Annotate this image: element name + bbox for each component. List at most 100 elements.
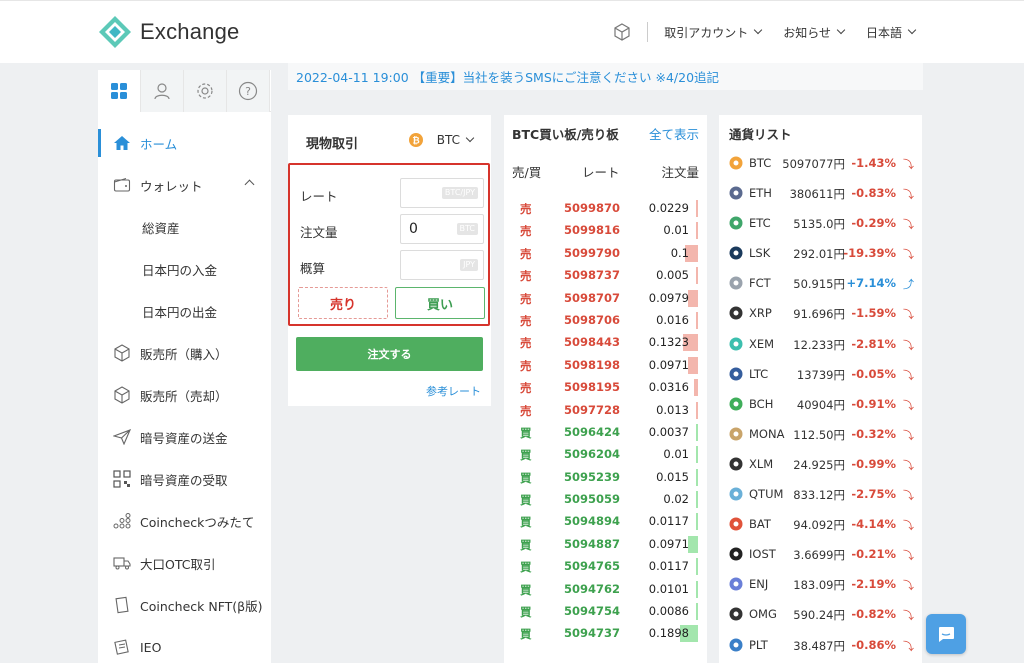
order-book-row[interactable]: 買 5094754 0.0086 [504, 600, 707, 622]
sidebar-item-label: 販売所（購入） [140, 346, 228, 362]
mona-icon [729, 427, 743, 441]
place-order-button[interactable]: 注文する [296, 337, 483, 371]
top-bar: Exchange 取引アカウント お知らせ 日本語 [0, 0, 1024, 63]
order-book-row[interactable]: 買 5094762 0.0101 [504, 578, 707, 600]
sidebar-item-total-assets[interactable]: 総資産 [98, 206, 271, 248]
currency-row[interactable]: BCH 40904円 -0.91% ⤵ [719, 389, 922, 419]
currency-row[interactable]: ENJ 183.09円 -2.19% ⤵ [719, 569, 922, 599]
currency-change: -2.75% [851, 487, 896, 502]
currency-change: -0.82% [851, 607, 896, 622]
coin-select[interactable]: ₿ BTC [408, 133, 475, 147]
trend-down-icon: ⤵ [903, 609, 914, 623]
fct-icon [729, 276, 743, 290]
logo[interactable]: Exchange [98, 15, 239, 49]
sidebar-item-ieo[interactable]: IEO [98, 626, 271, 663]
order-book-row[interactable]: 売 5099790 0.1 [504, 242, 707, 264]
amount-input[interactable]: 0 BTC [400, 214, 484, 244]
trend-down-icon: ⤵ [903, 398, 914, 412]
currency-symbol: XRP [749, 306, 772, 321]
depth-bar [696, 401, 698, 419]
order-book-row[interactable]: 売 5098443 0.1323 [504, 331, 707, 353]
coins-icon [112, 511, 132, 531]
order-book-row[interactable]: 売 5099870 0.0229 [504, 197, 707, 219]
order-book-row[interactable]: 売 5098195 0.0316 [504, 376, 707, 398]
sidebar-item-home[interactable]: ホーム [98, 122, 271, 164]
currency-row[interactable]: LTC 13739円 -0.05% ⤵ [719, 359, 922, 389]
currency-row[interactable]: BAT 94.092円 -4.14% ⤵ [719, 509, 922, 539]
currency-row[interactable]: MONA 112.50円 -0.32% ⤵ [719, 419, 922, 449]
tab-dashboard[interactable] [98, 70, 141, 112]
side-label: 売 [520, 336, 532, 351]
order-book-row[interactable]: 買 5095059 0.02 [504, 488, 707, 510]
currency-row[interactable]: XEM 12.233円 -2.81% ⤵ [719, 329, 922, 359]
order-book-row[interactable]: 売 5097728 0.013 [504, 399, 707, 421]
order-book-row[interactable]: 売 5098706 0.016 [504, 309, 707, 331]
sidebar-item-jpy-withdraw[interactable]: 日本円の出金 [98, 290, 271, 332]
currency-row[interactable]: ETH 380611円 -0.83% ⤵ [719, 178, 922, 208]
logo-icon [99, 16, 131, 48]
amount-value: 0.0037 [648, 424, 689, 439]
cube-icon[interactable] [611, 21, 633, 43]
order-book-row[interactable]: 売 5098707 0.0979 [504, 287, 707, 309]
buy-button[interactable]: 買い [395, 287, 485, 319]
currency-symbol: ETC [749, 216, 771, 231]
chevron-down-icon [753, 25, 763, 35]
rate-input[interactable]: BTC/JPY [400, 178, 484, 208]
order-book-row[interactable]: 売 5098737 0.005 [504, 264, 707, 286]
order-book-row[interactable]: 買 5094887 0.0971 [504, 533, 707, 555]
chat-icon [939, 627, 954, 642]
currency-change: -19.39% [843, 246, 896, 261]
currency-row[interactable]: XRP 91.696円 -1.59% ⤵ [719, 298, 922, 328]
sidebar-item-send[interactable]: 暗号資産の送金 [98, 416, 271, 458]
sidebar-item-nft[interactable]: Coincheck NFT(β版) [98, 584, 271, 626]
currency-row[interactable]: XLM 24.925円 -0.99% ⤵ [719, 449, 922, 479]
currency-row[interactable]: OMG 590.24円 -0.82% ⤵ [719, 599, 922, 629]
currency-row[interactable]: BTC 5097077円 -1.43% ⤵ [719, 148, 922, 178]
order-book-row[interactable]: 売 5098198 0.0971 [504, 354, 707, 376]
notice-banner[interactable]: 2022-04-11 19:00 【重要】当社を装うSMSにご注意ください ※4… [288, 63, 923, 90]
currency-row[interactable]: ETC 5135.0円 -0.29% ⤵ [719, 208, 922, 238]
show-all-link[interactable]: 全て表示 [649, 124, 699, 143]
amount-value: 0.0229 [648, 201, 689, 215]
trade-account-menu[interactable]: 取引アカウント [664, 24, 763, 41]
chat-button[interactable] [926, 614, 966, 654]
order-book-row[interactable]: 買 5094765 0.0117 [504, 555, 707, 577]
rate-value: 5095239 [563, 469, 620, 484]
currency-change: -2.19% [851, 577, 896, 592]
currency-price: 91.696円 [793, 307, 845, 322]
amount-value: 0.01 [663, 223, 689, 238]
amount-value: 0.0971 [648, 357, 689, 372]
sell-button[interactable]: 売り [298, 287, 388, 319]
sidebar-item-buy[interactable]: 販売所（購入） [98, 332, 271, 374]
currency-row[interactable]: IOST 3.6699円 -0.21% ⤵ [719, 539, 922, 569]
notifications-menu[interactable]: お知らせ [783, 24, 846, 41]
order-book-row[interactable]: 買 5094894 0.0117 [504, 510, 707, 532]
order-book-row[interactable]: 買 5094737 0.1898 [504, 622, 707, 644]
language-menu[interactable]: 日本語 [866, 24, 917, 41]
sidebar-item-jpy-deposit[interactable]: 日本円の入金 [98, 248, 271, 290]
sidebar-item-tsumitate[interactable]: Coincheckつみたて [98, 500, 271, 542]
tab-account[interactable] [141, 70, 184, 112]
order-book-row[interactable]: 売 5099816 0.01 [504, 219, 707, 241]
depth-bar [696, 580, 698, 598]
sidebar-item-receive[interactable]: 暗号資産の受取 [98, 458, 271, 500]
currency-row[interactable]: QTUM 833.12円 -2.75% ⤵ [719, 479, 922, 509]
sidebar-item-otc[interactable]: 大口OTC取引 [98, 542, 271, 584]
rate-value: 5097728 [563, 402, 620, 417]
currency-price: 5097077円 [782, 157, 845, 171]
sidebar-item-wallet[interactable]: ウォレット [98, 164, 271, 206]
order-book-row[interactable]: 買 5095239 0.015 [504, 466, 707, 488]
currency-row[interactable]: LSK 292.01円 -19.39% ⤵ [719, 238, 922, 268]
depth-bar [688, 356, 698, 374]
sidebar-item-sell[interactable]: 販売所（売却） [98, 374, 271, 416]
ieo-icon [112, 637, 132, 657]
order-book-row[interactable]: 買 5096204 0.01 [504, 443, 707, 465]
trend-down-icon: ⤵ [903, 489, 914, 503]
tab-help[interactable]: ? [227, 70, 270, 112]
order-book-row[interactable]: 買 5096424 0.0037 [504, 421, 707, 443]
estimate-unit-badge: JPY [460, 259, 478, 271]
currency-row[interactable]: PLT 38.487円 -0.86% ⤵ [719, 630, 922, 660]
reference-rate-link[interactable]: 参考レート [426, 383, 481, 399]
tab-settings[interactable] [184, 70, 227, 112]
currency-row[interactable]: FCT 50.915円 +7.14% ⤴ [719, 268, 922, 298]
